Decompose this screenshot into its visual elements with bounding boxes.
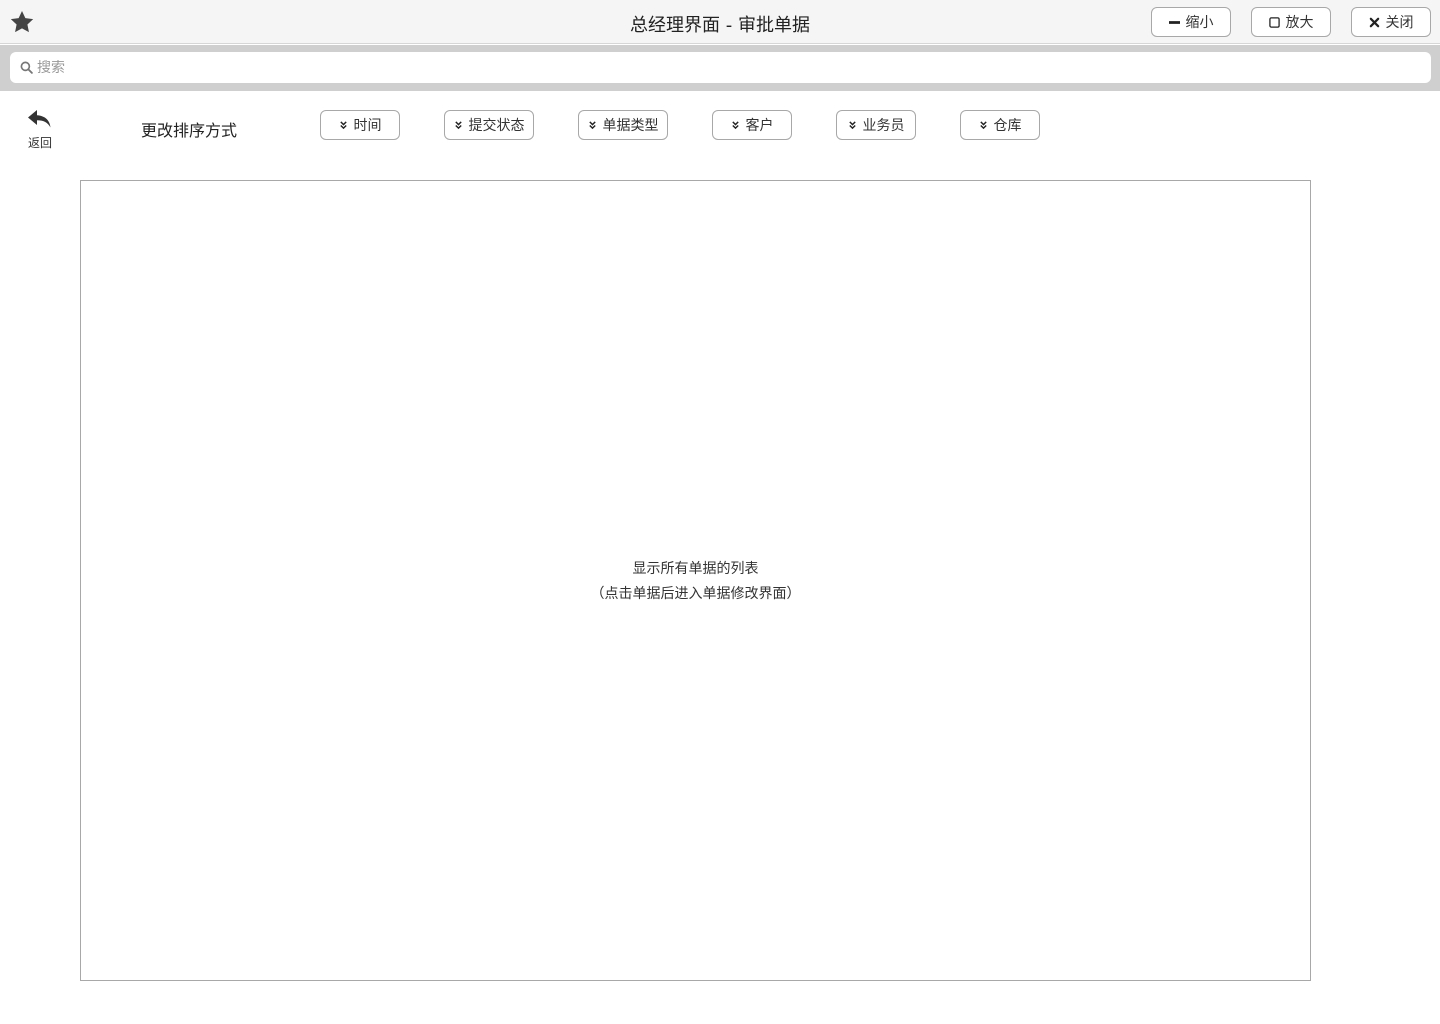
search-input[interactable] [37,59,1417,76]
minimize-label: 缩小 [1185,15,1214,31]
minimize-button[interactable]: 缩小 [1151,7,1231,37]
chevron-double-down-icon [339,121,347,130]
maximize-button[interactable]: 放大 [1251,7,1331,37]
chevron-double-down-icon [848,121,856,130]
sort-by-warehouse-button[interactable]: 仓库 [960,110,1040,140]
sort-label: 更改排序方式 [141,121,238,140]
sort-option-label: 时间 [353,118,382,134]
panel-line-2: （点击单据后进入单据修改界面） [590,586,801,602]
close-button[interactable]: 关闭 [1351,7,1431,37]
chevron-double-down-icon [731,121,739,130]
panel-line-1: 显示所有单据的列表 [632,561,759,577]
minus-icon [1168,20,1180,24]
close-icon [1369,17,1379,27]
search-icon [20,61,33,74]
sort-by-customer-button[interactable]: 客户 [712,110,792,140]
chevron-double-down-icon [454,121,462,130]
title-bar: 总经理界面 - 审批单据 缩小 放大 关闭 [0,0,1440,44]
sort-by-salesperson-button[interactable]: 业务员 [836,110,916,140]
back-label: 返回 [27,136,52,150]
back-arrow-icon [28,110,51,128]
maximize-label: 放大 [1285,15,1314,31]
sort-option-label: 单据类型 [602,118,659,134]
sort-option-label: 仓库 [993,118,1022,134]
sort-option-label: 业务员 [862,118,905,134]
search-box[interactable] [10,52,1431,83]
square-icon [1268,16,1280,28]
sort-by-status-button[interactable]: 提交状态 [444,110,534,140]
search-bar [0,45,1440,91]
chevron-double-down-icon [588,121,596,130]
close-label: 关闭 [1385,15,1414,31]
back-button[interactable]: 返回 [22,108,58,152]
sort-option-label: 客户 [745,118,774,134]
sort-by-type-button[interactable]: 单据类型 [578,110,668,140]
document-list-panel[interactable]: 显示所有单据的列表 （点击单据后进入单据修改界面） [80,180,1311,981]
sort-option-label: 提交状态 [468,118,525,134]
sort-by-time-button[interactable]: 时间 [320,110,400,140]
chevron-double-down-icon [979,121,987,130]
panel-placeholder-text: 显示所有单据的列表 （点击单据后进入单据修改界面） [81,557,1310,607]
